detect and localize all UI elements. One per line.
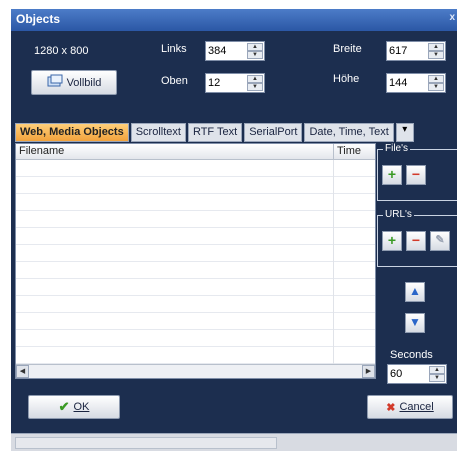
table-row[interactable] xyxy=(16,160,375,177)
tab-serialport[interactable]: SerialPort xyxy=(244,123,303,142)
close-icon[interactable]: x xyxy=(449,12,455,23)
links-spinner[interactable]: ▲▼ xyxy=(205,41,265,61)
tab-scrolltext[interactable]: Scrolltext xyxy=(130,123,186,142)
table-header: Filename Time xyxy=(16,144,375,160)
column-filename[interactable]: Filename xyxy=(16,144,334,159)
add-url-icon[interactable]: + xyxy=(382,231,402,251)
spin-down-icon[interactable]: ▼ xyxy=(428,83,444,91)
oben-input[interactable] xyxy=(208,76,242,90)
urls-group-title: URL's xyxy=(383,209,414,220)
add-file-icon[interactable]: + xyxy=(382,165,402,185)
spin-down-icon[interactable]: ▼ xyxy=(429,374,445,382)
tab-strip: Web, Media Objects Scrolltext RTF Text S… xyxy=(15,123,457,143)
spin-down-icon[interactable]: ▼ xyxy=(247,51,263,59)
ok-label: OK xyxy=(73,401,90,413)
oben-spinner[interactable]: ▲▼ xyxy=(205,73,265,93)
column-time[interactable]: Time xyxy=(334,144,375,159)
ok-button[interactable]: ✔ OK xyxy=(28,395,120,419)
spin-up-icon[interactable]: ▲ xyxy=(429,366,445,374)
vollbild-icon xyxy=(47,74,63,91)
seconds-spinner[interactable]: ▲▼ xyxy=(387,364,447,384)
status-bar xyxy=(11,433,457,451)
spin-up-icon[interactable]: ▲ xyxy=(247,75,263,83)
breite-input[interactable] xyxy=(389,44,423,58)
window-title: Objects xyxy=(16,12,61,26)
table-row[interactable] xyxy=(16,211,375,228)
table-rows xyxy=(16,160,375,364)
links-input[interactable] xyxy=(208,44,242,58)
table-row[interactable] xyxy=(16,347,375,364)
vollbild-button[interactable]: Vollbild xyxy=(31,70,117,95)
hoehe-input[interactable] xyxy=(389,76,423,90)
seconds-input[interactable] xyxy=(390,367,424,381)
status-panel xyxy=(15,437,277,449)
table-row[interactable] xyxy=(16,330,375,347)
cancel-button[interactable]: ✖ Cancel xyxy=(367,395,453,419)
resolution-label: 1280 x 800 xyxy=(34,45,89,57)
spin-down-icon[interactable]: ▼ xyxy=(428,51,444,59)
seconds-label: Seconds xyxy=(390,349,433,361)
spin-up-icon[interactable]: ▲ xyxy=(428,75,444,83)
table-row[interactable] xyxy=(16,228,375,245)
scroll-right-icon[interactable]: ▶ xyxy=(362,365,375,378)
files-group-title: File's xyxy=(383,143,411,154)
x-icon: ✖ xyxy=(386,401,396,414)
scroll-left-icon[interactable]: ◀ xyxy=(16,365,29,378)
hoehe-label: Höhe xyxy=(333,73,360,85)
links-label: Links xyxy=(161,43,187,55)
table-row[interactable] xyxy=(16,245,375,262)
edit-url-icon[interactable]: ✎ xyxy=(430,231,450,251)
remove-url-icon[interactable]: − xyxy=(406,231,426,251)
spin-up-icon[interactable]: ▲ xyxy=(428,43,444,51)
move-up-icon[interactable]: ▲ xyxy=(405,282,425,302)
tab-web-media-objects[interactable]: Web, Media Objects xyxy=(15,123,129,142)
objects-window: Objects x 1280 x 800 Vollbild Links ▲▼ O… xyxy=(11,9,457,451)
spin-down-icon[interactable]: ▼ xyxy=(247,83,263,91)
spin-up-icon[interactable]: ▲ xyxy=(247,43,263,51)
table-row[interactable] xyxy=(16,296,375,313)
tab-overflow-icon[interactable]: ▾ xyxy=(395,123,414,142)
breite-label: Breite xyxy=(333,43,362,55)
urls-group: URL's + − ✎ xyxy=(377,209,457,267)
horizontal-scrollbar[interactable]: ◀ ▶ xyxy=(16,364,375,378)
table-row[interactable] xyxy=(16,279,375,296)
table-row[interactable] xyxy=(16,262,375,279)
tab-date-time-text[interactable]: Date, Time, Text xyxy=(304,123,394,142)
move-down-icon[interactable]: ▼ xyxy=(405,313,425,333)
remove-file-icon[interactable]: − xyxy=(406,165,426,185)
hoehe-spinner[interactable]: ▲▼ xyxy=(386,73,446,93)
check-icon: ✔ xyxy=(58,399,70,414)
table-row[interactable] xyxy=(16,313,375,330)
cancel-label: Cancel xyxy=(399,401,434,413)
breite-spinner[interactable]: ▲▼ xyxy=(386,41,446,61)
tab-rtf-text[interactable]: RTF Text xyxy=(187,123,243,142)
file-table[interactable]: Filename Time ◀ ▶ xyxy=(15,143,376,379)
title-bar[interactable]: Objects x xyxy=(11,9,457,31)
table-row[interactable] xyxy=(16,177,375,194)
files-group: File's + − xyxy=(377,143,457,201)
oben-label: Oben xyxy=(161,75,188,87)
table-row[interactable] xyxy=(16,194,375,211)
vollbild-label: Vollbild xyxy=(66,76,102,89)
